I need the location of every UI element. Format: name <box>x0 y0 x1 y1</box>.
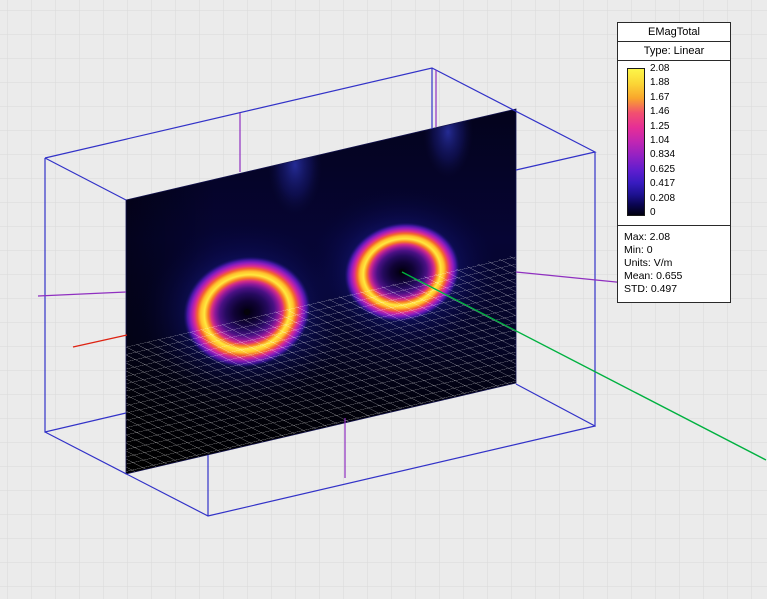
legend-scale-labels: 2.08 1.88 1.67 1.46 1.25 1.04 0.834 0.62… <box>650 64 675 218</box>
legend-scale-label: 0.625 <box>650 165 675 175</box>
legend-stat: Min: 0 <box>624 244 724 257</box>
legend-scale-label: 1.67 <box>650 93 675 103</box>
legend-panel[interactable]: EMagTotal Type: Linear 2.08 1.88 1.67 1.… <box>617 22 731 303</box>
legend-scale-label: 0 <box>650 208 675 218</box>
legend-scale-label: 1.46 <box>650 107 675 117</box>
legend-title: EMagTotal <box>618 23 730 42</box>
legend-scale-label: 1.25 <box>650 122 675 132</box>
legend-type: Type: Linear <box>618 42 730 61</box>
legend-stats: Max: 2.08 Min: 0 Units: V/m Mean: 0.655 … <box>618 226 730 302</box>
legend-stat: Mean: 0.655 <box>624 270 724 283</box>
legend-scale-label: 1.04 <box>650 136 675 146</box>
legend-stat: STD: 0.497 <box>624 283 724 296</box>
legend-scale-label: 0.417 <box>650 179 675 189</box>
legend-scale-label: 0.208 <box>650 194 675 204</box>
application-viewport[interactable]: EMagTotal Type: Linear 2.08 1.88 1.67 1.… <box>0 0 767 599</box>
legend-scale-label: 0.834 <box>650 150 675 160</box>
legend-stat: Units: V/m <box>624 257 724 270</box>
legend-scale-section: 2.08 1.88 1.67 1.46 1.25 1.04 0.834 0.62… <box>618 61 730 226</box>
legend-colorbar <box>627 68 645 216</box>
legend-stat: Max: 2.08 <box>624 231 724 244</box>
legend-scale-label: 1.88 <box>650 78 675 88</box>
legend-scale-label: 2.08 <box>650 64 675 74</box>
field-source-left <box>244 309 250 315</box>
